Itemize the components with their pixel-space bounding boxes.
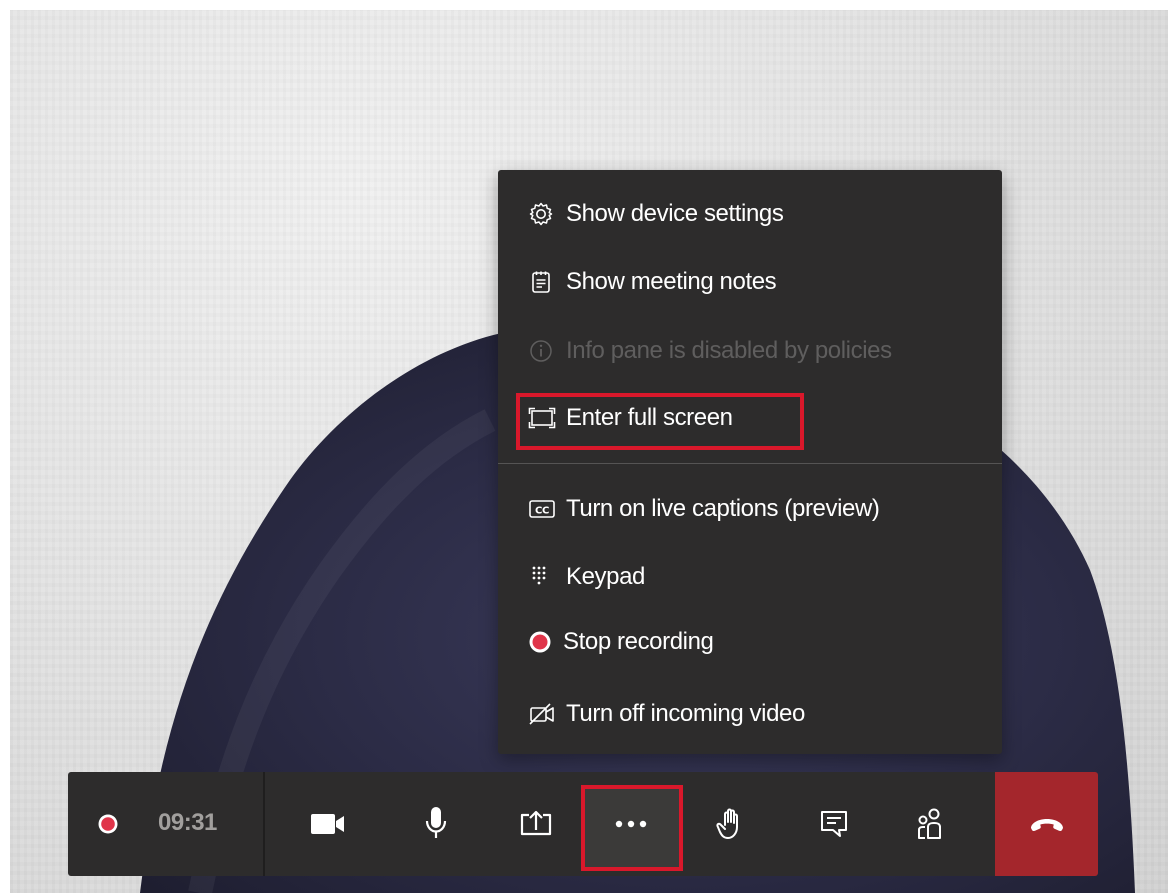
menu-item-live-captions[interactable]: CC Turn on live captions (preview) <box>498 487 1002 531</box>
menu-item-label: Turn on live captions (preview) <box>566 495 880 522</box>
share-screen-icon <box>520 810 552 836</box>
menu-item-show-meeting-notes[interactable]: Show meeting notes <box>498 260 1002 304</box>
menu-item-label: Info pane is disabled by policies <box>566 337 892 364</box>
participants-icon <box>918 808 941 839</box>
microphone-icon <box>425 807 447 838</box>
svg-text:CC: CC <box>535 506 549 517</box>
info-icon <box>528 329 566 373</box>
camera-button[interactable] <box>283 772 373 876</box>
captions-icon: CC <box>528 487 566 531</box>
video-off-icon <box>528 692 566 736</box>
more-options-menu: Show device settings Show meeting notes <box>498 170 1002 754</box>
keypad-icon <box>528 555 566 599</box>
record-icon <box>528 620 563 664</box>
hang-up-icon <box>1030 819 1063 832</box>
share-screen-button[interactable] <box>488 772 584 876</box>
menu-item-info-pane-disabled: Info pane is disabled by policies <box>498 329 1002 373</box>
menu-item-label: Show device settings <box>566 200 784 227</box>
gear-icon <box>528 192 566 236</box>
menu-item-label: Keypad <box>566 563 645 590</box>
hang-up-button[interactable] <box>995 772 1098 876</box>
chat-button[interactable] <box>786 772 882 876</box>
menu-item-label: Turn off incoming video <box>566 700 805 727</box>
menu-item-stop-recording[interactable]: Stop recording <box>498 620 1002 664</box>
more-options-icon <box>583 772 679 876</box>
camera-icon <box>311 814 344 834</box>
menu-item-label: Show meeting notes <box>566 268 777 295</box>
menu-divider <box>498 463 1002 464</box>
notes-icon <box>528 260 566 304</box>
microphone-button[interactable] <box>388 772 484 876</box>
menu-item-label: Stop recording <box>563 628 714 655</box>
raise-hand-button[interactable] <box>683 772 779 876</box>
fullscreen-icon <box>528 396 566 440</box>
chat-icon <box>821 811 847 837</box>
menu-item-label: Enter full screen <box>566 404 733 431</box>
menu-item-turn-off-incoming-video[interactable]: Turn off incoming video <box>498 692 1002 736</box>
menu-item-enter-full-screen[interactable]: Enter full screen <box>498 396 1002 440</box>
call-control-bar: 09:31 <box>68 772 1098 876</box>
recording-dot-icon <box>98 814 118 834</box>
participants-button[interactable] <box>883 772 979 876</box>
menu-item-show-device-settings[interactable]: Show device settings <box>498 192 1002 236</box>
menu-item-keypad[interactable]: Keypad <box>498 555 1002 599</box>
callbar-divider <box>263 772 265 876</box>
call-timer: 09:31 <box>158 809 217 836</box>
raise-hand-icon <box>716 808 738 839</box>
